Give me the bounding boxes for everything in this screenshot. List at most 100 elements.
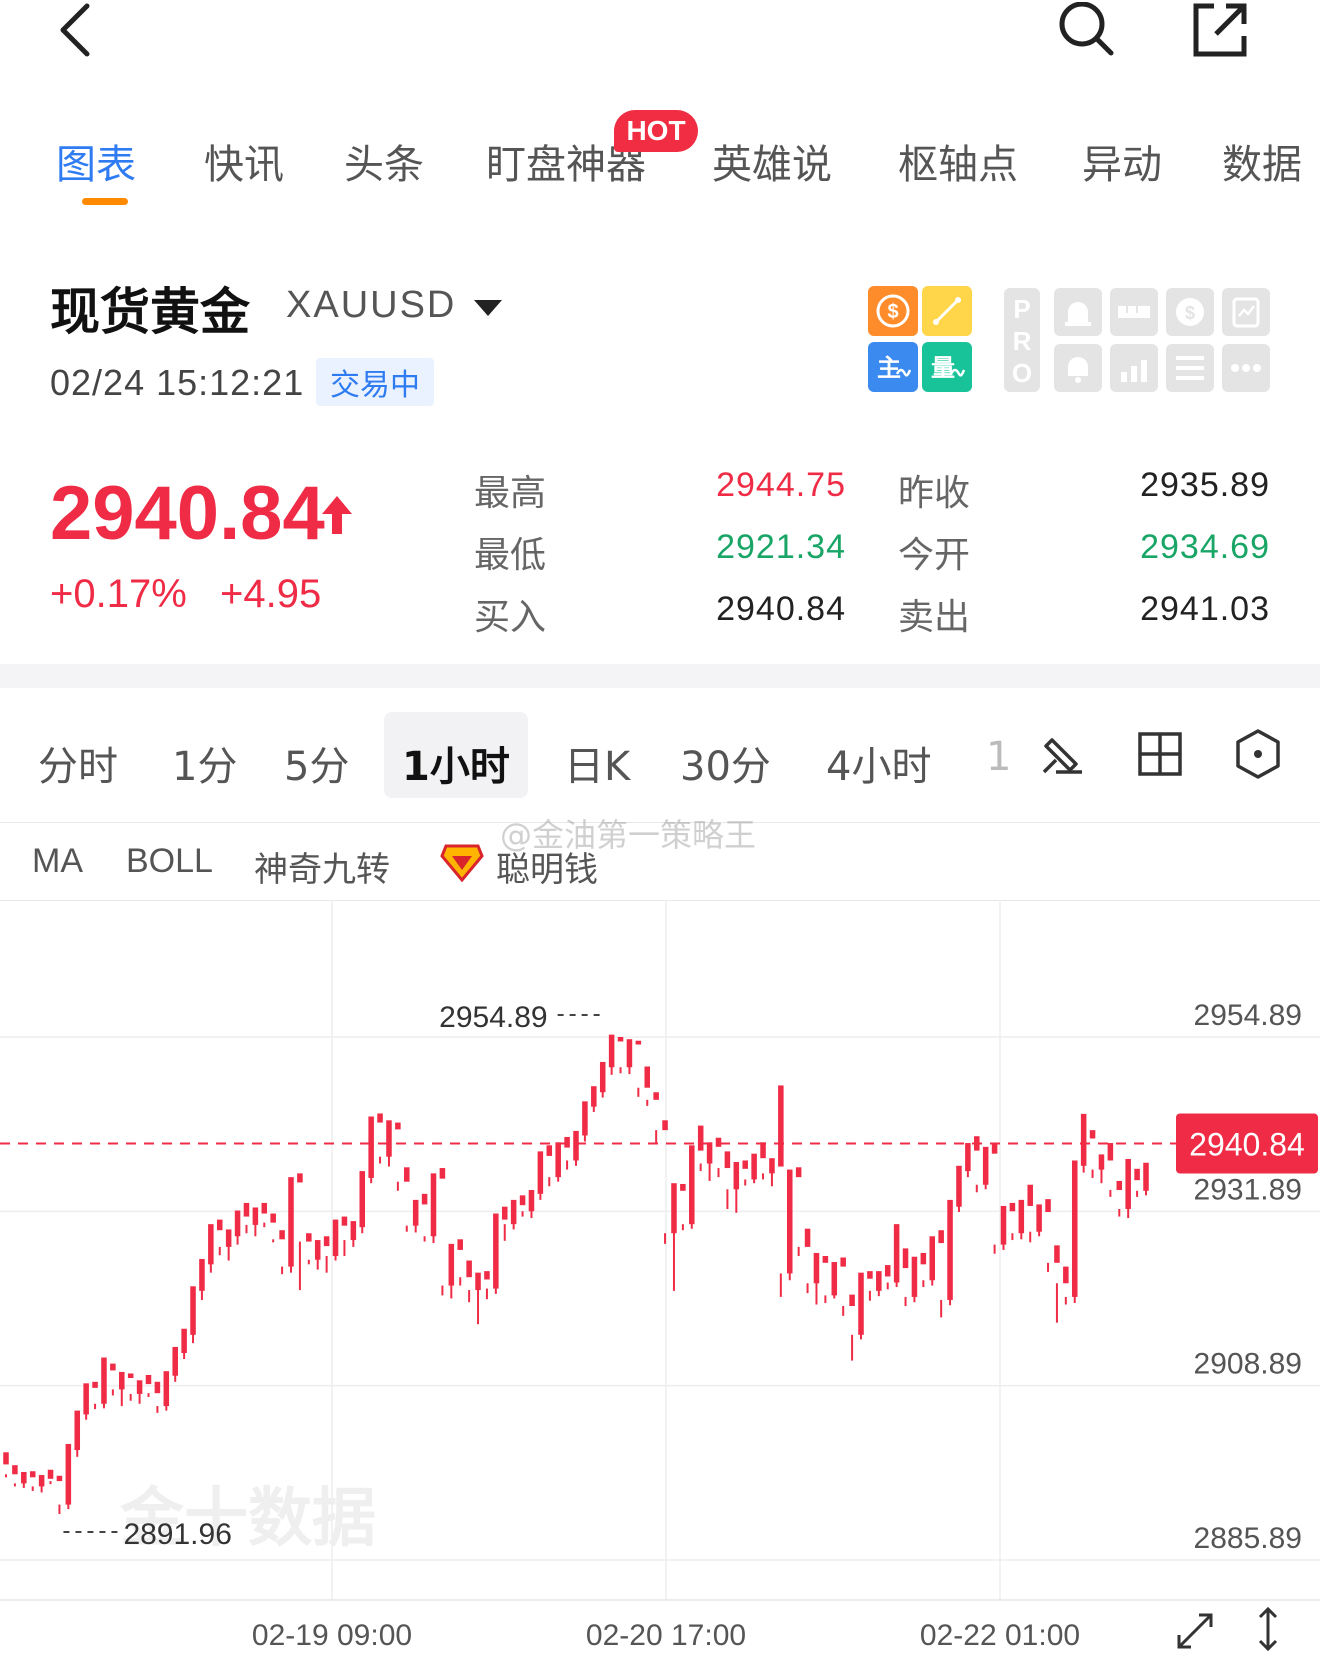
candle	[368, 1116, 374, 1184]
period-4hour[interactable]: 4小时	[826, 734, 931, 792]
candle-body	[938, 1230, 944, 1244]
low-value: 2921.34	[716, 528, 846, 566]
alarm-icon[interactable]	[1054, 288, 1102, 336]
candle	[591, 1086, 597, 1112]
candle-body	[786, 1169, 793, 1274]
candle-body	[181, 1328, 187, 1353]
indicator-ma[interactable]: MA	[32, 842, 83, 881]
fullscreen-button[interactable]	[1170, 1608, 1220, 1654]
candle-body	[1000, 1205, 1007, 1245]
period-30min[interactable]: 30分	[680, 734, 771, 792]
instrument-symbol[interactable]: XAUUSD	[286, 284, 456, 327]
y-tick-label: 2954.89	[1194, 999, 1302, 1032]
chart-svg[interactable]: 金十数据 2954.892931.892908.892885.8902-19 0…	[0, 900, 1320, 1657]
bar-chart-icon[interactable]	[1110, 344, 1158, 392]
candle-body	[724, 1151, 731, 1169]
clipboard-icon[interactable]	[1222, 288, 1270, 336]
bell-icon[interactable]	[1054, 344, 1102, 392]
candle-body	[573, 1130, 579, 1161]
candle	[1107, 1143, 1114, 1197]
indicator-td9[interactable]: 神奇九转	[254, 842, 390, 891]
candle	[110, 1363, 116, 1396]
candle-body	[1036, 1204, 1042, 1232]
tab-chart[interactable]: 图表	[56, 132, 136, 190]
candle-body	[56, 1475, 63, 1482]
candle-body	[350, 1221, 357, 1241]
period-1min[interactable]: 1分	[172, 734, 237, 792]
candle-body	[867, 1271, 873, 1279]
draw-tool-button[interactable]	[1034, 726, 1090, 782]
period-5min[interactable]: 5分	[284, 734, 349, 792]
indicator-boll[interactable]: BOLL	[126, 842, 213, 881]
candle-body	[493, 1213, 499, 1289]
candle-body	[1045, 1199, 1051, 1213]
candle-body	[279, 1230, 285, 1240]
candle-body	[929, 1236, 936, 1281]
line-tool-icon[interactable]	[922, 286, 972, 336]
vertical-expand-button[interactable]	[1244, 1604, 1292, 1654]
candle	[804, 1228, 811, 1294]
back-button[interactable]	[50, 0, 100, 60]
period-timeshare[interactable]: 分时	[38, 734, 118, 792]
tab-headlines[interactable]: 头条	[344, 132, 424, 190]
period-daily[interactable]: 日K	[564, 734, 630, 792]
candle-body	[466, 1260, 472, 1278]
ask-label: 卖出	[898, 597, 971, 638]
candlestick-chart[interactable]: 金十数据 2954.89 2931.89 2908.89 2885.89 02-19 0…	[0, 900, 1320, 1657]
candle	[306, 1233, 312, 1265]
settings-button[interactable]	[1230, 726, 1286, 782]
candle	[680, 1183, 686, 1231]
trend-icon[interactable]: 主	[868, 342, 918, 392]
candle-body	[234, 1210, 241, 1237]
candle	[573, 1130, 579, 1166]
coin-icon[interactable]: $	[1166, 288, 1214, 336]
min-annotation-label: 2891.96	[123, 1518, 231, 1551]
candle	[697, 1125, 704, 1172]
candle	[769, 1158, 775, 1187]
candle-body	[689, 1145, 695, 1225]
x-tick-label: 02-19 09:00	[252, 1619, 412, 1652]
candle	[519, 1195, 526, 1217]
candle-body	[956, 1165, 962, 1207]
period-more[interactable]: 1	[986, 734, 1011, 780]
list-icon[interactable]	[1166, 344, 1214, 392]
search-button[interactable]	[1054, 0, 1118, 60]
candle	[555, 1142, 561, 1182]
candle	[1143, 1162, 1149, 1196]
caret-down-icon[interactable]	[474, 300, 502, 316]
candle	[47, 1469, 54, 1485]
candle	[813, 1252, 820, 1305]
tab-movements[interactable]: 异动	[1082, 132, 1162, 190]
diamond-icon	[440, 842, 484, 886]
candle-body	[1071, 1160, 1078, 1297]
candle	[884, 1265, 891, 1290]
candle	[65, 1443, 72, 1510]
candle-body	[813, 1252, 820, 1284]
dollar-icon[interactable]: $	[868, 286, 918, 336]
more-icon[interactable]	[1222, 344, 1270, 392]
candle	[350, 1221, 357, 1247]
tab-data[interactable]: 数据	[1222, 132, 1302, 190]
arrow-up-icon	[320, 494, 354, 542]
share-button[interactable]	[1188, 0, 1252, 60]
candle	[671, 1183, 677, 1291]
bid-value: 2940.84	[716, 590, 846, 628]
candle-body	[1098, 1154, 1105, 1170]
tab-pivot-points[interactable]: 枢轴点	[898, 132, 1018, 190]
period-1hour[interactable]: 1小时	[402, 734, 510, 792]
ruler-icon[interactable]	[1110, 288, 1158, 336]
candle	[965, 1143, 971, 1178]
candle-body	[519, 1195, 526, 1206]
candle-body	[635, 1040, 642, 1045]
layout-button[interactable]	[1132, 726, 1188, 782]
candle-body	[172, 1346, 178, 1376]
candle	[662, 1120, 668, 1244]
quant-icon[interactable]: 量	[922, 342, 972, 392]
candle	[484, 1271, 490, 1300]
last-price: 2940.84	[50, 471, 325, 556]
tab-heroes[interactable]: 英雄说	[712, 132, 832, 190]
candle-body	[136, 1380, 143, 1394]
candle-body	[680, 1183, 686, 1191]
tab-flash[interactable]: 快讯	[204, 132, 284, 190]
y-tick-label: 2885.89	[1194, 1522, 1302, 1555]
